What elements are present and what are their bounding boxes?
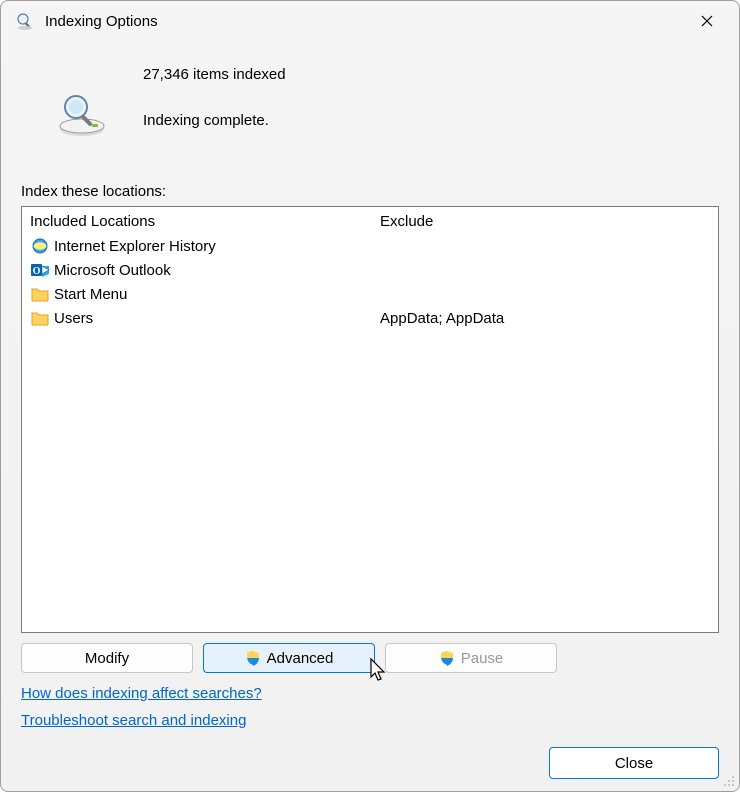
exclude-cell: AppData; AppData (378, 306, 712, 330)
app-icon (15, 11, 35, 31)
location-label: Start Menu (54, 286, 127, 303)
help-links: How does indexing affect searches? Troub… (21, 685, 719, 729)
exclude-header[interactable]: Exclude (378, 211, 712, 234)
uac-shield-icon (439, 650, 455, 666)
location-label: Internet Explorer History (54, 238, 216, 255)
folder-icon (30, 284, 50, 304)
ie-icon (30, 236, 50, 256)
indexing-options-dialog: Indexing Options (0, 0, 740, 792)
how-indexing-affects-link[interactable]: How does indexing affect searches? (21, 685, 262, 702)
included-locations-header[interactable]: Included Locations (28, 211, 366, 234)
locations-label: Index these locations: (21, 183, 719, 200)
dialog-content: 27,346 items indexed Indexing complete. … (1, 41, 739, 791)
modify-button[interactable]: Modify (21, 643, 193, 673)
locations-list[interactable]: Included Locations Internet Explorer His… (21, 206, 719, 633)
close-icon (701, 15, 713, 27)
indexing-state: Indexing complete. (143, 109, 719, 133)
location-label: Users (54, 310, 93, 327)
exclude-cell (378, 234, 712, 258)
action-button-row: Modify Advanced Pause (21, 643, 719, 673)
magnifier-drive-icon (54, 91, 110, 143)
close-button-label: Close (615, 755, 653, 772)
location-row[interactable]: Start Menu (28, 282, 366, 306)
modify-button-label: Modify (85, 650, 129, 667)
location-label: Microsoft Outlook (54, 262, 171, 279)
close-button[interactable]: Close (549, 747, 719, 779)
folder-icon (30, 308, 50, 328)
dialog-footer: Close (21, 747, 719, 779)
location-row[interactable]: Internet Explorer History (28, 234, 366, 258)
advanced-button[interactable]: Advanced (203, 643, 375, 673)
status-area: 27,346 items indexed Indexing complete. (21, 41, 719, 171)
pause-button-label: Pause (461, 650, 504, 667)
items-indexed-count: 27,346 items indexed (143, 63, 719, 87)
titlebar: Indexing Options (1, 1, 739, 41)
advanced-button-label: Advanced (267, 650, 334, 667)
location-row[interactable]: Users (28, 306, 366, 330)
outlook-icon: O (30, 260, 50, 280)
location-row[interactable]: O Microsoft Outlook (28, 258, 366, 282)
window-title: Indexing Options (45, 13, 685, 30)
troubleshoot-link[interactable]: Troubleshoot search and indexing (21, 712, 246, 729)
svg-text:O: O (33, 266, 41, 277)
close-window-button[interactable] (685, 5, 729, 37)
uac-shield-icon (245, 650, 261, 666)
exclude-cell (378, 258, 712, 282)
pause-button: Pause (385, 643, 557, 673)
resize-grip[interactable] (721, 773, 735, 787)
exclude-cell (378, 282, 712, 306)
